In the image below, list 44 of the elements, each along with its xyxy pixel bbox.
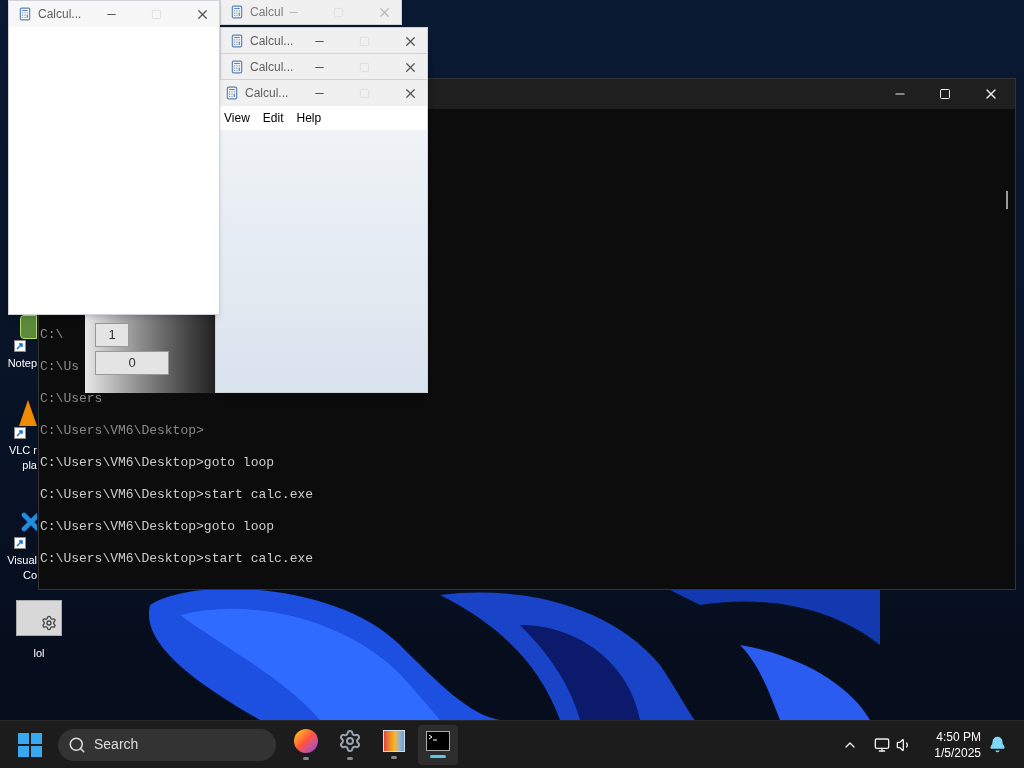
network-icon[interactable] — [874, 736, 891, 753]
calculator-key[interactable]: 1 — [95, 323, 129, 347]
calculator-icon — [18, 7, 32, 21]
taskbar-app[interactable] — [418, 724, 458, 765]
menu-item[interactable]: View — [224, 109, 250, 127]
calculator-icon — [225, 86, 239, 100]
icon-label: VLC r — [8, 443, 37, 458]
browser-icon[interactable] — [294, 729, 318, 753]
window-title: Calcul... — [250, 33, 294, 50]
icon-label: lol — [33, 646, 45, 661]
icon-label: pla — [22, 458, 37, 473]
notepad-icon[interactable] — [20, 315, 37, 339]
calculator-icon — [230, 5, 244, 19]
start-icon[interactable] — [18, 732, 42, 757]
console-line: C:\Users — [40, 390, 103, 408]
settings-icon[interactable] — [338, 729, 362, 753]
clock-date[interactable]: 1/5/2025 — [934, 744, 981, 761]
menu-item[interactable]: Help — [296, 109, 322, 127]
notification-icon[interactable] — [989, 736, 1006, 753]
window-title: Calcul... — [250, 59, 294, 76]
search-icon — [68, 735, 86, 754]
calculator-icon — [230, 34, 244, 48]
icon-label: Visual — [7, 553, 37, 568]
console-line: C:\Users\VM6\Desktop> — [40, 422, 204, 440]
window-title: Calcul... — [245, 85, 289, 102]
search-input[interactable]: Search — [94, 734, 244, 755]
window-title: Calcul... — [38, 6, 82, 23]
console-line: C:\ — [40, 326, 64, 344]
calculator-key[interactable]: 0 — [95, 351, 169, 375]
console-line: C:\Users\VM6\Desktop>start calc.exe — [40, 550, 314, 568]
window-title: Calcul — [250, 4, 284, 21]
console-line: C:\Us — [40, 358, 79, 376]
folder-icon[interactable] — [16, 600, 62, 636]
console-line: C:\Users\VM6\Desktop>start calc.exe — [40, 486, 314, 504]
calculator-icon — [230, 60, 244, 74]
terminal-icon[interactable] — [426, 731, 450, 751]
maximize-icon[interactable] — [939, 88, 951, 100]
menu-item[interactable]: Edit — [262, 109, 284, 127]
clock-time[interactable]: 4:50 PM — [936, 728, 981, 745]
icon-label: Co — [22, 568, 37, 583]
search-field[interactable]: Search — [58, 728, 276, 761]
console-line: C:\Users\VM6\Desktop>goto loop — [40, 454, 275, 472]
console-line: C:\Users\VM6\Desktop>goto loop — [40, 518, 275, 536]
icon-label: Notep — [7, 356, 37, 371]
